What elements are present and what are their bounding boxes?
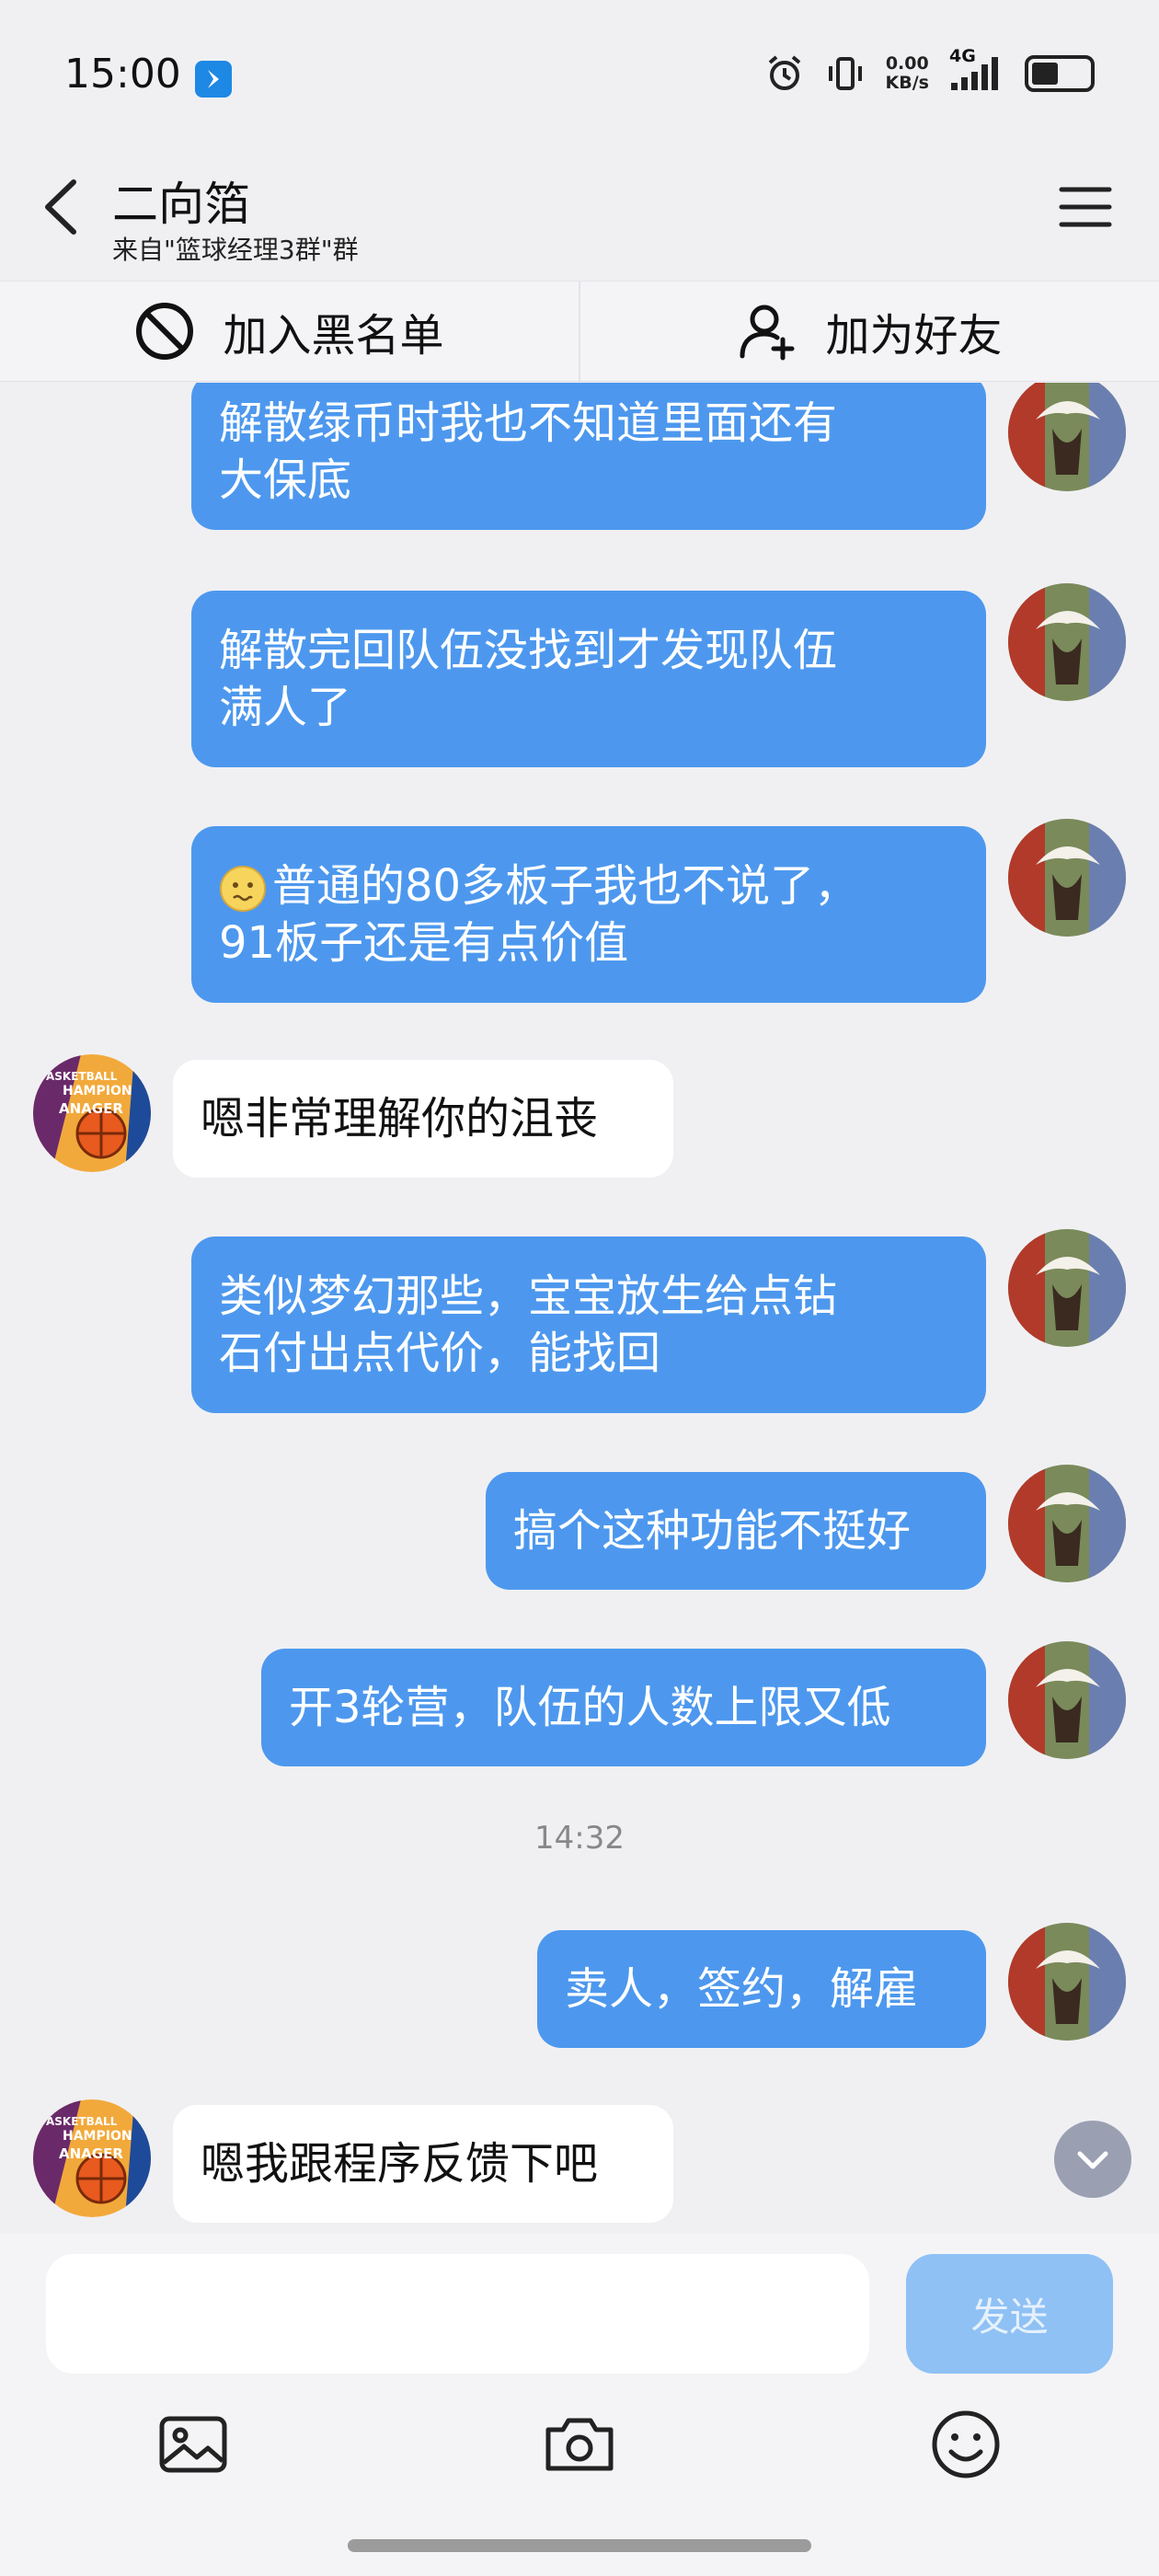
contact-avatar[interactable]: ASKETBALL HAMPION ANAGER — [33, 1054, 151, 1172]
camera-icon — [545, 2418, 614, 2471]
chevron-down-icon — [1077, 2151, 1108, 2169]
svg-text:HAMPION: HAMPION — [63, 1084, 132, 1098]
network-speed: 0.00 KB/s — [886, 54, 929, 93]
notification-app-icon — [195, 61, 232, 98]
camera-button[interactable] — [543, 2408, 616, 2481]
network-speed-value: 0.00 — [885, 53, 929, 74]
message-text: 91板子还是有点价值 — [219, 917, 629, 969]
my-avatar[interactable] — [1008, 383, 1126, 491]
message-input[interactable] — [46, 2254, 869, 2374]
emoji-button[interactable] — [929, 2408, 1003, 2481]
my-avatar[interactable] — [1008, 1229, 1126, 1347]
add-to-blacklist-button[interactable]: 加入黑名单 — [0, 282, 579, 381]
chevron-left-icon — [45, 179, 76, 235]
message-text: 解散绿币时我也不知道里面还有 — [219, 397, 838, 449]
emoji-icon — [932, 2410, 1000, 2478]
contact-avatar[interactable]: ASKETBALL HAMPION ANAGER — [33, 2099, 151, 2217]
worried-emoji-icon — [220, 866, 266, 912]
scroll-to-bottom-button[interactable] — [1054, 2121, 1131, 2198]
vibrate-icon — [828, 57, 862, 90]
my-avatar[interactable] — [1008, 583, 1126, 701]
status-icons: 0.00 KB/s 4G — [764, 46, 1095, 96]
message-text: 嗯非常理解你的沮丧 — [201, 1093, 599, 1144]
message-text: 嗯我跟程序反馈下吧 — [201, 2138, 599, 2190]
alarm-icon — [768, 55, 800, 90]
message-text: 解散完回队伍没找到才发现队伍 — [219, 625, 838, 676]
my-avatar[interactable] — [1008, 1641, 1126, 1759]
battery-icon — [1025, 55, 1095, 92]
message-text: 类似梦幻那些，宝宝放生给点钻 — [219, 1271, 838, 1322]
chat-subtitle: 来自"篮球经理3群"群 — [112, 235, 359, 265]
message-list[interactable]: 解散绿币时我也不知道里面还有 大保底 解散完回队伍没找到才发现队伍 满人了 普通… — [0, 383, 1159, 2232]
chat-title: 二向箔 — [112, 178, 250, 231]
message-text: 卖人，签约，解雇 — [565, 1963, 919, 2015]
message-text: 满人了 — [219, 682, 352, 733]
svg-text:ASKETBALL: ASKETBALL — [46, 1070, 118, 1083]
hamburger-menu-icon — [1059, 187, 1112, 227]
svg-text:ANAGER: ANAGER — [59, 2145, 123, 2162]
image-button[interactable] — [156, 2408, 230, 2481]
message-bubble-outgoing[interactable]: 普通的80多板子我也不说了， 91板子还是有点价值 — [191, 826, 986, 1003]
message-bubble-outgoing[interactable]: 卖人，签约，解雇 — [537, 1930, 986, 2048]
message-bubble-incoming[interactable]: 嗯非常理解你的沮丧 — [173, 1060, 673, 1178]
message-text: 大保底 — [219, 454, 352, 506]
network-type: 4G — [949, 46, 976, 66]
add-user-icon — [740, 305, 795, 361]
network-speed-unit: KB/s — [885, 73, 929, 93]
blacklist-label: 加入黑名单 — [223, 310, 444, 362]
message-text: 石付出点代价，能找回 — [219, 1328, 661, 1379]
svg-text:ANAGER: ANAGER — [59, 1100, 123, 1117]
add-friend-button[interactable]: 加为好友 — [580, 282, 1159, 381]
message-bubble-outgoing[interactable]: 类似梦幻那些，宝宝放生给点钻 石付出点代价，能找回 — [191, 1236, 986, 1413]
message-bubble-outgoing[interactable]: 解散完回队伍没找到才发现队伍 满人了 — [191, 591, 986, 767]
message-bubble-outgoing[interactable]: 开3轮营，队伍的人数上限又低 — [261, 1649, 986, 1766]
home-indicator[interactable] — [348, 2539, 811, 2552]
message-text-span: 普通的80多板子我也不说了， — [272, 860, 859, 912]
send-button[interactable]: 发送 — [906, 2254, 1113, 2374]
message-bubble-incoming[interactable]: 嗯我跟程序反馈下吧 — [173, 2105, 673, 2223]
status-time: 15:00 — [64, 51, 181, 98]
message-timestamp: 14:32 — [534, 1820, 625, 1857]
back-button[interactable] — [37, 175, 92, 239]
svg-text:HAMPION: HAMPION — [63, 2129, 132, 2144]
action-bar: 加入黑名单 加为好友 — [0, 281, 1159, 382]
menu-button[interactable] — [1058, 184, 1113, 230]
message-text: 搞个这种功能不挺好 — [513, 1505, 912, 1557]
my-avatar[interactable] — [1008, 1465, 1126, 1582]
svg-text:ASKETBALL: ASKETBALL — [46, 2115, 118, 2128]
signal-strength: 4G — [949, 46, 1004, 96]
message-text: 普通的80多板子我也不说了， — [219, 857, 858, 914]
my-avatar[interactable] — [1008, 819, 1126, 937]
message-bubble-outgoing[interactable]: 搞个这种功能不挺好 — [486, 1472, 986, 1590]
message-text: 开3轮营，队伍的人数上限又低 — [289, 1682, 891, 1733]
my-avatar[interactable] — [1008, 1923, 1126, 2041]
message-bubble-outgoing[interactable]: 解散绿币时我也不知道里面还有 大保底 — [191, 383, 986, 530]
prohibit-icon — [136, 303, 194, 360]
image-icon — [159, 2416, 227, 2473]
add-friend-label: 加为好友 — [825, 310, 1003, 362]
